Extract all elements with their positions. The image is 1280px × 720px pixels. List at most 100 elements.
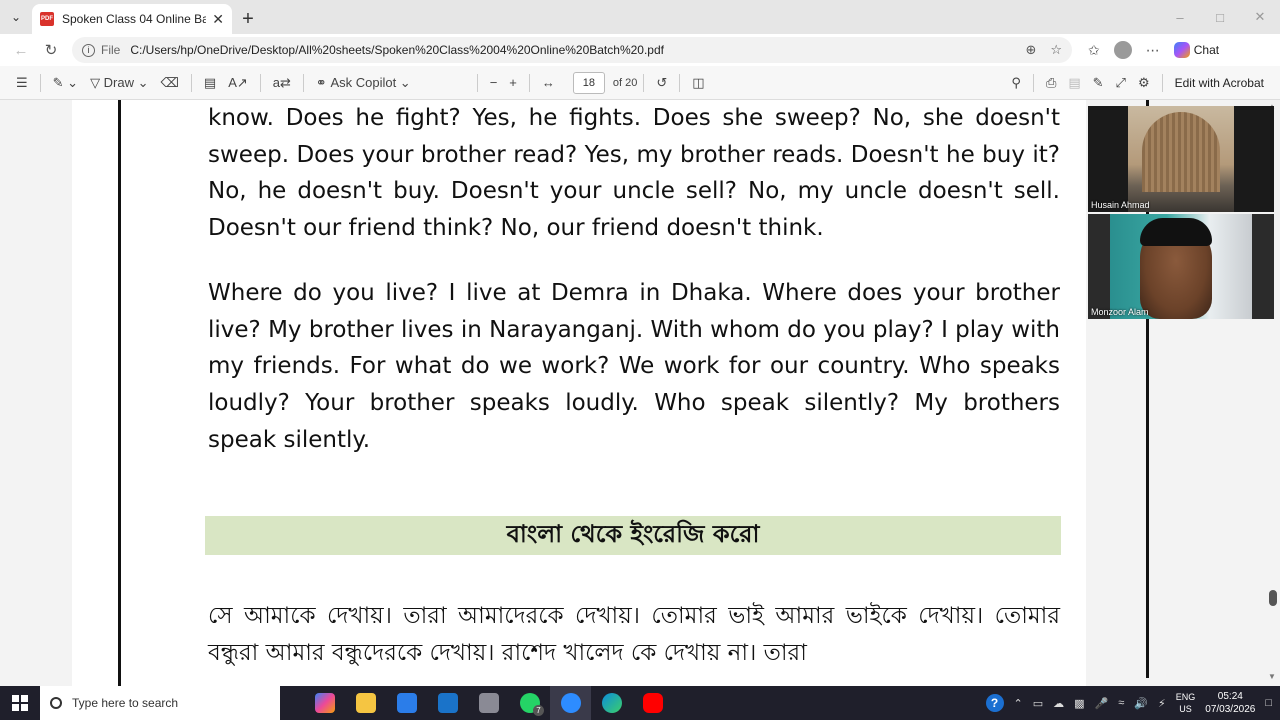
minimize-icon[interactable]: – <box>1160 0 1200 34</box>
rotate-icon[interactable]: ↺ <box>650 70 673 96</box>
wifi-icon[interactable]: ≈ <box>1118 697 1124 709</box>
youtube-app[interactable] <box>632 686 673 720</box>
copilot-app-icon <box>314 693 335 713</box>
camera-feed <box>1128 106 1234 212</box>
camera-app[interactable] <box>468 686 509 720</box>
save-as-icon[interactable]: ✎ <box>1087 70 1110 96</box>
zoom-app[interactable] <box>550 686 591 720</box>
copilot-icon: ⚭ <box>315 74 331 90</box>
pdf-page: know. Does he fight? Yes, he fights. Doe… <box>72 100 1149 686</box>
zoom-icon <box>560 693 581 713</box>
edit-with-acrobat-button[interactable]: Edit with Acrobat <box>1169 76 1270 90</box>
volume-icon[interactable]: 🔊 <box>1134 697 1148 710</box>
close-window-icon[interactable]: ✕ <box>1240 0 1280 34</box>
more-menu-icon[interactable]: ⋯ <box>1146 42 1160 59</box>
tab-actions-chevron-icon[interactable]: ⌄ <box>0 0 32 34</box>
contents-list-icon[interactable]: ☰ <box>10 70 34 96</box>
search-icon[interactable]: ⚲ <box>1005 70 1027 96</box>
zoom-out-icon[interactable]: − <box>484 70 504 96</box>
clock[interactable]: 05:24 07/03/2026 <box>1205 690 1255 716</box>
draw-pen-icon: ▽ <box>90 74 104 90</box>
toolbar-divider <box>302 73 304 92</box>
search-placeholder: Type here to search <box>72 696 179 710</box>
refresh-icon[interactable]: ↻ <box>36 36 66 64</box>
microphone-icon[interactable]: 🎤 <box>1095 697 1109 710</box>
notifications-icon[interactable]: □ <box>1265 697 1272 709</box>
edge-icon <box>601 693 622 713</box>
clock-date: 07/03/2026 <box>1205 704 1256 715</box>
edge-app[interactable] <box>591 686 632 720</box>
copilot-logo-icon <box>1173 42 1190 58</box>
copilot-chat-button[interactable]: Chat <box>1173 42 1220 58</box>
taskbar-search[interactable]: Type here to search <box>40 686 280 720</box>
english-paragraph-2: Where do you live? I live at Demra in Dh… <box>208 280 1060 453</box>
browser-tab[interactable]: PDF Spoken Class 04 Online Batch .pdf ✕ <box>32 4 232 34</box>
toolbar-divider <box>476 73 478 92</box>
language-indicator[interactable]: ENG US <box>1176 691 1196 715</box>
eraser-icon[interactable]: ⌫ <box>155 70 185 96</box>
notification-badge: 7 <box>533 705 544 716</box>
help-icon[interactable]: ? <box>985 694 1004 712</box>
toolbar-divider <box>190 73 192 92</box>
whatsapp-app[interactable]: 7 <box>509 686 550 720</box>
pdf-file-icon: PDF <box>40 12 54 26</box>
chat-label: Chat <box>1193 43 1220 57</box>
read-aloud-icon[interactable]: A↗ <box>222 70 254 96</box>
power-plug-icon[interactable]: ⚡ <box>1158 697 1166 710</box>
toolbar-divider <box>528 73 530 92</box>
copilot-app[interactable] <box>304 686 345 720</box>
clock-time: 05:24 <box>1217 691 1243 702</box>
zoom-icon[interactable]: ⊕ <box>1025 42 1036 58</box>
battery-icon[interactable]: ▭ <box>1033 697 1043 710</box>
close-tab-icon[interactable]: ✕ <box>212 11 224 28</box>
scroll-down-arrow-icon[interactable]: ▼ <box>1268 672 1276 681</box>
file-explorer-app[interactable] <box>345 686 386 720</box>
scrollbar-thumb[interactable] <box>1269 590 1277 606</box>
toolbar-divider <box>643 73 645 92</box>
back-arrow-icon[interactable]: ← <box>6 36 36 64</box>
pdf-toolbar: ☰ ✎ ⌄ ▽ Draw ⌄ ⌫ ▤ A↗ a⇄ ⚭ Ask Copilot ⌄… <box>0 66 1280 100</box>
store-icon <box>396 693 417 713</box>
page-number-input[interactable]: 18 <box>572 71 605 94</box>
participant-name: Monzoor Alam <box>1091 307 1149 317</box>
windows-logo-icon <box>12 695 28 711</box>
draw-button[interactable]: ▽ Draw ⌄ <box>84 70 154 96</box>
english-paragraph-1: know. Does he fight? Yes, he fights. Doe… <box>208 105 1060 242</box>
chevron-up-icon[interactable]: ⌃ <box>1014 697 1023 710</box>
address-bar[interactable]: i File C:/Users/hp/OneDrive/Desktop/All%… <box>72 37 1072 63</box>
ask-copilot-label: Ask Copilot <box>330 75 397 90</box>
system-tray: ? ⌃ ▭ ☁ ▩ 🎤 ≈ 🔊 ⚡ ENG US 05:24 07/03/202… <box>985 690 1280 716</box>
save-icon[interactable]: ▤ <box>1062 70 1086 96</box>
maximize-icon[interactable]: □ <box>1200 0 1240 34</box>
start-button[interactable] <box>0 686 40 720</box>
toolbar-divider <box>1032 73 1034 92</box>
page-total-label: of 20 <box>612 76 638 89</box>
zoom-in-icon[interactable]: + <box>503 70 523 96</box>
search-icon <box>50 697 62 709</box>
video-tile-participant[interactable]: Husain Ahmad <box>1088 106 1274 212</box>
page-border-left <box>118 100 121 686</box>
highlight-icon[interactable]: ✎ ⌄ <box>47 70 84 96</box>
new-tab-plus-icon[interactable]: + <box>232 4 264 34</box>
translate-icon[interactable]: a⇄ <box>267 70 297 96</box>
profile-avatar[interactable] <box>1113 41 1132 59</box>
fit-width-icon[interactable]: ↔ <box>536 70 561 96</box>
favorites-icon[interactable]: ✩ <box>1088 42 1100 59</box>
fullscreen-icon[interactable]: ⤢ <box>1110 70 1132 96</box>
display-icon[interactable]: ▩ <box>1074 697 1084 710</box>
store-app[interactable] <box>386 686 427 720</box>
region-code: US <box>1179 704 1192 714</box>
info-icon[interactable]: i <box>82 43 95 57</box>
outlook-app[interactable] <box>427 686 468 720</box>
video-tile-participant[interactable]: Monzoor Alam <box>1088 214 1274 319</box>
window-controls: – □ ✕ <box>1160 0 1280 34</box>
cloud-icon[interactable]: ☁ <box>1053 697 1064 710</box>
page-view-icon[interactable]: ◫ <box>686 70 710 96</box>
print-icon[interactable]: ⎙ <box>1040 70 1062 96</box>
tab-title: Spoken Class 04 Online Batch .pdf <box>62 12 207 26</box>
tab-strip: ⌄ PDF Spoken Class 04 Online Batch .pdf … <box>0 0 1280 34</box>
text-box-icon[interactable]: ▤ <box>198 70 222 96</box>
favorite-star-icon[interactable]: ☆ <box>1050 42 1062 58</box>
settings-gear-icon[interactable]: ⚙ <box>1132 70 1156 96</box>
ask-copilot-button[interactable]: ⚭ Ask Copilot ⌄ <box>310 70 417 96</box>
